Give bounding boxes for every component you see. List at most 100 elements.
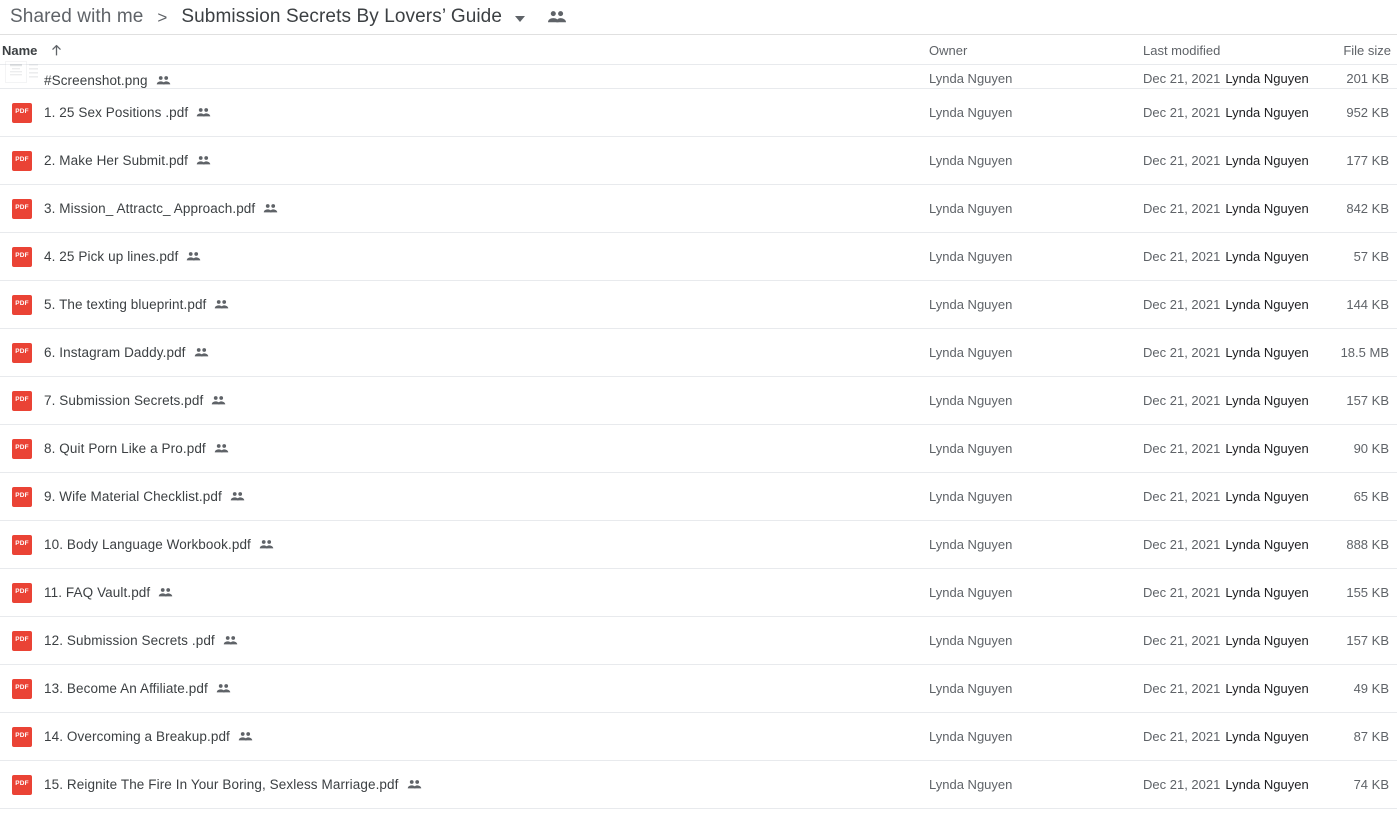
last-modified-date: Dec 21, 2021 bbox=[1143, 489, 1221, 504]
table-row[interactable]: PDF 6. Instagram Daddy.pdf Lynda Nguyen Dec… bbox=[0, 329, 1397, 377]
file-name-cell[interactable]: 4. 25 Pick up lines.pdf bbox=[44, 249, 201, 264]
pdf-icon: PDF bbox=[12, 630, 32, 651]
file-owner-cell: Lynda Nguyen bbox=[929, 71, 1013, 86]
table-row[interactable]: PDF 3. Mission_ Attractc_ Approach.pdf Lyn… bbox=[0, 185, 1397, 233]
last-modified-date: Dec 21, 2021 bbox=[1143, 633, 1221, 648]
pdf-badge-label: PDF bbox=[15, 636, 29, 644]
last-modified-by: Lynda Nguyen bbox=[1225, 441, 1309, 456]
column-header-owner[interactable]: Owner bbox=[929, 43, 967, 58]
pdf-icon: PDF bbox=[12, 390, 32, 411]
file-name-cell[interactable]: #Screenshot.png bbox=[44, 73, 171, 88]
file-name-cell[interactable]: 5. The texting blueprint.pdf bbox=[44, 297, 229, 312]
file-name-cell[interactable]: 12. Submission Secrets .pdf bbox=[44, 633, 238, 648]
table-row[interactable]: PDF 8. Quit Porn Like a Pro.pdf Lynda Nguy… bbox=[0, 425, 1397, 473]
pdf-badge-label: PDF bbox=[15, 492, 29, 500]
table-row[interactable]: PDF 9. Wife Material Checklist.pdf Lynda N… bbox=[0, 473, 1397, 521]
file-name-cell[interactable]: 9. Wife Material Checklist.pdf bbox=[44, 489, 245, 504]
table-row[interactable]: PDF 10. Body Language Workbook.pdf Lynda N… bbox=[0, 521, 1397, 569]
file-name-label: 5. The texting blueprint.pdf bbox=[44, 297, 207, 312]
file-name-cell[interactable]: 10. Body Language Workbook.pdf bbox=[44, 537, 274, 552]
shared-people-icon bbox=[156, 75, 171, 86]
file-name-label: 7. Submission Secrets.pdf bbox=[44, 393, 204, 408]
chevron-down-icon[interactable] bbox=[515, 15, 526, 22]
shared-people-icon bbox=[223, 635, 238, 646]
file-size-cell: 65 KB bbox=[1353, 489, 1389, 504]
file-name-cell[interactable]: 6. Instagram Daddy.pdf bbox=[44, 345, 209, 360]
file-size-cell: 888 KB bbox=[1346, 537, 1389, 552]
file-owner-cell: Lynda Nguyen bbox=[929, 105, 1013, 120]
table-row[interactable]: PDF 1. 25 Sex Positions .pdf Lynda Nguyen D… bbox=[0, 89, 1397, 137]
file-icon-cell: PDF bbox=[0, 438, 44, 459]
pdf-badge-label: PDF bbox=[15, 396, 29, 404]
last-modified-by: Lynda Nguyen bbox=[1225, 71, 1309, 86]
file-icon-cell: PDF bbox=[0, 534, 44, 555]
file-name-cell[interactable]: 15. Reignite The Fire In Your Boring, Se… bbox=[44, 777, 422, 792]
shared-people-icon bbox=[263, 203, 278, 214]
table-row[interactable]: PDF 11. FAQ Vault.pdf Lynda Nguyen Dec 21, … bbox=[0, 569, 1397, 617]
file-size-cell: 57 KB bbox=[1353, 249, 1389, 264]
pdf-icon: PDF bbox=[12, 198, 32, 219]
file-last-modified-cell: Dec 21, 2021 Lynda Nguyen bbox=[1143, 201, 1309, 216]
table-row[interactable]: PDF 2. Make Her Submit.pdf Lynda Nguyen Dec… bbox=[0, 137, 1397, 185]
pdf-badge-label: PDF bbox=[15, 252, 29, 260]
last-modified-by: Lynda Nguyen bbox=[1225, 249, 1309, 264]
last-modified-date: Dec 21, 2021 bbox=[1143, 393, 1221, 408]
file-name-cell[interactable]: 1. 25 Sex Positions .pdf bbox=[44, 105, 211, 120]
file-name-label: 6. Instagram Daddy.pdf bbox=[44, 345, 186, 360]
file-last-modified-cell: Dec 21, 2021 Lynda Nguyen bbox=[1143, 249, 1309, 264]
file-last-modified-cell: Dec 21, 2021 Lynda Nguyen bbox=[1143, 153, 1309, 168]
table-row[interactable]: PDF 7. Submission Secrets.pdf Lynda Nguyen… bbox=[0, 377, 1397, 425]
file-name-cell[interactable]: 7. Submission Secrets.pdf bbox=[44, 393, 226, 408]
file-owner-cell: Lynda Nguyen bbox=[929, 489, 1013, 504]
file-name-cell[interactable]: 2. Make Her Submit.pdf bbox=[44, 153, 211, 168]
file-name-label: 8. Quit Porn Like a Pro.pdf bbox=[44, 441, 206, 456]
file-icon-cell: PDF bbox=[0, 582, 44, 603]
table-row[interactable]: PDF 15. Reignite The Fire In Your Boring,… bbox=[0, 761, 1397, 809]
pdf-badge-label: PDF bbox=[15, 540, 29, 548]
breadcrumb-item-shared-with-me[interactable]: Shared with me bbox=[6, 4, 147, 30]
file-size-cell: 201 KB bbox=[1346, 71, 1389, 86]
file-name-cell[interactable]: 8. Quit Porn Like a Pro.pdf bbox=[44, 441, 229, 456]
table-row[interactable]: #Screenshot.png Lynda Nguyen Dec 21, 2021 L… bbox=[0, 61, 1397, 89]
file-name-label: 11. FAQ Vault.pdf bbox=[44, 585, 151, 600]
file-name-label: 10. Body Language Workbook.pdf bbox=[44, 537, 251, 552]
file-name-cell[interactable]: 14. Overcoming a Breakup.pdf bbox=[44, 729, 253, 744]
file-name-cell[interactable]: 11. FAQ Vault.pdf bbox=[44, 585, 173, 600]
last-modified-date: Dec 21, 2021 bbox=[1143, 441, 1221, 456]
file-owner-cell: Lynda Nguyen bbox=[929, 297, 1013, 312]
last-modified-date: Dec 21, 2021 bbox=[1143, 777, 1221, 792]
file-last-modified-cell: Dec 21, 2021 Lynda Nguyen bbox=[1143, 729, 1309, 744]
table-row[interactable]: PDF 5. The texting blueprint.pdf Lynda Ngu… bbox=[0, 281, 1397, 329]
people-group-icon[interactable] bbox=[547, 10, 567, 24]
column-header-name-label: Name bbox=[2, 43, 38, 58]
image-thumbnail-icon bbox=[5, 61, 39, 88]
pdf-icon: PDF bbox=[12, 294, 32, 315]
pdf-badge-label: PDF bbox=[15, 156, 29, 164]
shared-people-icon bbox=[211, 395, 226, 406]
breadcrumb-item-current-folder[interactable]: Submission Secrets By Lovers’ Guide bbox=[177, 4, 506, 30]
column-header-last-modified[interactable]: Last modified bbox=[1143, 43, 1220, 58]
file-name-label: 1. 25 Sex Positions .pdf bbox=[44, 105, 189, 120]
file-owner-cell: Lynda Nguyen bbox=[929, 537, 1013, 552]
column-header-row: Name Owner Last modified File size bbox=[0, 34, 1397, 65]
file-icon-cell: PDF bbox=[0, 342, 44, 363]
table-row[interactable]: PDF 13. Become An Affiliate.pdf Lynda Nguy… bbox=[0, 665, 1397, 713]
file-icon-cell: PDF bbox=[0, 390, 44, 411]
table-row[interactable]: PDF 14. Overcoming a Breakup.pdf Lynda Ngu… bbox=[0, 713, 1397, 761]
file-owner-cell: Lynda Nguyen bbox=[929, 249, 1013, 264]
file-name-cell[interactable]: 3. Mission_ Attractc_ Approach.pdf bbox=[44, 201, 278, 216]
column-header-file-size[interactable]: File size bbox=[1343, 43, 1391, 58]
arrow-up-icon[interactable] bbox=[50, 44, 63, 57]
last-modified-date: Dec 21, 2021 bbox=[1143, 201, 1221, 216]
table-row[interactable]: PDF 12. Submission Secrets .pdf Lynda Nguy… bbox=[0, 617, 1397, 665]
file-owner-cell: Lynda Nguyen bbox=[929, 585, 1013, 600]
file-name-cell[interactable]: 13. Become An Affiliate.pdf bbox=[44, 681, 231, 696]
file-size-cell: 177 KB bbox=[1346, 153, 1389, 168]
file-size-cell: 144 KB bbox=[1346, 297, 1389, 312]
column-header-name[interactable]: Name bbox=[2, 43, 63, 58]
file-name-label: 4. 25 Pick up lines.pdf bbox=[44, 249, 179, 264]
file-icon-cell: PDF bbox=[0, 726, 44, 747]
table-row[interactable]: PDF 4. 25 Pick up lines.pdf Lynda Nguyen De… bbox=[0, 233, 1397, 281]
file-size-cell: 952 KB bbox=[1346, 105, 1389, 120]
file-last-modified-cell: Dec 21, 2021 Lynda Nguyen bbox=[1143, 345, 1309, 360]
